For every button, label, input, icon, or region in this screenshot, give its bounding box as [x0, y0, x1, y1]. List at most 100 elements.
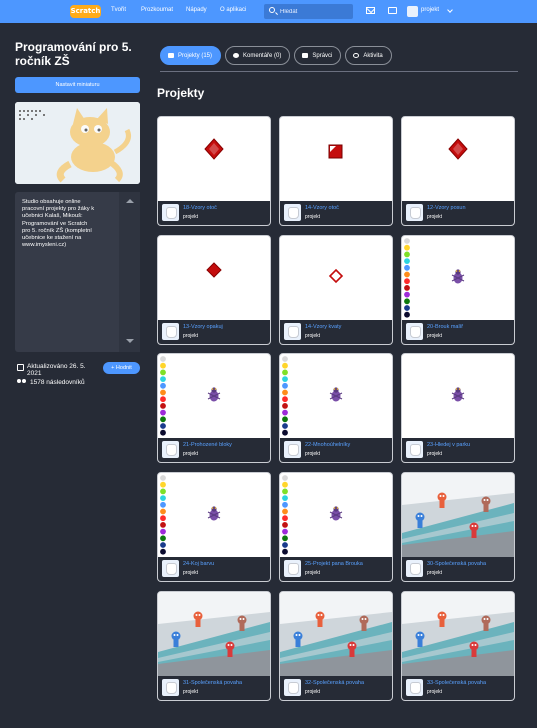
chevron-down-icon[interactable] [447, 7, 453, 13]
tab-projects[interactable]: Projekty (15) [160, 46, 222, 65]
author-avatar[interactable] [162, 323, 179, 340]
author-avatar[interactable] [406, 441, 423, 458]
project-card[interactable]: 14-Vzory otoč projekt [279, 116, 393, 226]
project-info: 33-Společenská povaha projekt [402, 676, 514, 700]
project-thumbnail[interactable] [280, 236, 392, 320]
project-title[interactable]: 32-Společenská povaha [305, 680, 389, 686]
follow-button[interactable]: + Hodnit [103, 362, 140, 374]
author-avatar[interactable] [162, 560, 179, 577]
project-author[interactable]: projekt [305, 214, 320, 220]
nav-link-ideas[interactable]: Nápady [186, 7, 207, 13]
project-title[interactable]: 18-Vzory otoč [183, 205, 267, 211]
scroll-down-icon[interactable] [126, 339, 134, 343]
updated-meta: Aktualizováno 26. 5. 2021 [17, 363, 99, 377]
project-thumbnail[interactable] [280, 354, 392, 438]
project-title[interactable]: 33-Společenská povaha [427, 680, 511, 686]
project-card[interactable]: 13-Vzory opakuj projekt [157, 235, 271, 345]
project-title[interactable]: 30-Společenská povaha [427, 561, 511, 567]
project-title[interactable]: 24-Koj barvu [183, 561, 267, 567]
description-scrollbar[interactable] [119, 192, 140, 352]
project-thumbnail[interactable] [280, 473, 392, 557]
project-title[interactable]: 20-Brouk malíř [427, 324, 511, 330]
project-card[interactable]: 30-Společenská povaha projekt [401, 472, 515, 582]
project-thumbnail[interactable] [158, 473, 270, 557]
project-thumbnail[interactable] [402, 354, 514, 438]
project-author[interactable]: projekt [305, 451, 320, 457]
author-avatar[interactable] [284, 204, 301, 221]
project-card[interactable]: 14-Vzory kvaty projekt [279, 235, 393, 345]
project-author[interactable]: projekt [427, 689, 442, 695]
project-author[interactable]: projekt [183, 214, 198, 220]
scratch-logo[interactable]: Scratch [70, 5, 101, 18]
nav-link-explore[interactable]: Prozkoumat [141, 7, 173, 13]
project-thumbnail[interactable] [158, 592, 270, 676]
author-avatar[interactable] [284, 323, 301, 340]
nav-link-about[interactable]: O aplikaci [220, 7, 246, 13]
project-card[interactable]: 23-Hledej v parku projekt [401, 353, 515, 463]
project-card[interactable]: 12-Vzory posun projekt [401, 116, 515, 226]
project-thumbnail[interactable] [402, 117, 514, 201]
project-author[interactable]: projekt [427, 333, 442, 339]
project-card[interactable]: 24-Koj barvu projekt [157, 472, 271, 582]
tabs-divider [160, 71, 518, 72]
project-title[interactable]: 14-Vzory otoč [305, 205, 389, 211]
project-thumbnail[interactable] [158, 354, 270, 438]
project-card[interactable]: 25-Projekt pana Brouka projekt [279, 472, 393, 582]
tab-curators[interactable]: Správci [294, 46, 342, 65]
project-author[interactable]: projekt [305, 570, 320, 576]
project-info: 21-Prohozené bloky projekt [158, 438, 270, 462]
username[interactable]: projekt [421, 7, 439, 13]
author-avatar[interactable] [162, 204, 179, 221]
project-author[interactable]: projekt [183, 570, 198, 576]
project-card[interactable]: 20-Brouk malíř projekt [401, 235, 515, 345]
project-card[interactable]: 32-Společenská povaha projekt [279, 591, 393, 701]
project-title[interactable]: 12-Vzory posun [427, 205, 511, 211]
project-author[interactable]: projekt [183, 333, 198, 339]
author-avatar[interactable] [284, 560, 301, 577]
project-title[interactable]: 25-Projekt pana Brouka [305, 561, 389, 567]
mail-icon[interactable] [366, 7, 375, 14]
project-author[interactable]: projekt [305, 689, 320, 695]
project-author[interactable]: projekt [427, 214, 442, 220]
author-avatar[interactable] [406, 560, 423, 577]
project-thumbnail[interactable] [402, 236, 514, 320]
project-card[interactable]: 31-Společenská povaha projekt [157, 591, 271, 701]
project-author[interactable]: projekt [183, 689, 198, 695]
author-avatar[interactable] [284, 679, 301, 696]
project-title[interactable]: 13-Vzory opakuj [183, 324, 267, 330]
project-thumbnail[interactable] [280, 592, 392, 676]
project-author[interactable]: projekt [305, 333, 320, 339]
search-input[interactable] [280, 6, 348, 17]
project-card[interactable]: 18-Vzory otoč projekt [157, 116, 271, 226]
author-avatar[interactable] [406, 323, 423, 340]
project-title[interactable]: 31-Společenská povaha [183, 680, 267, 686]
scroll-up-icon[interactable] [126, 199, 134, 203]
project-title[interactable]: 14-Vzory kvaty [305, 324, 389, 330]
project-title[interactable]: 22-Mnohoúhelníky [305, 442, 389, 448]
project-thumbnail[interactable] [402, 592, 514, 676]
project-title[interactable]: 23-Hledej v parku [427, 442, 511, 448]
nav-link-create[interactable]: Tvořit [111, 7, 126, 13]
project-thumbnail[interactable] [280, 117, 392, 201]
set-thumbnail-button[interactable]: Nastavit miniaturu [15, 77, 140, 93]
tab-comments[interactable]: Komentáře (0) [225, 46, 291, 65]
author-avatar[interactable] [406, 679, 423, 696]
project-card[interactable]: 22-Mnohoúhelníky projekt [279, 353, 393, 463]
folder-icon[interactable] [388, 7, 397, 14]
project-card[interactable]: 21-Prohozené bloky projekt [157, 353, 271, 463]
top-navbar: Scratch Tvořit Prozkoumat Nápady O aplik… [0, 0, 537, 23]
author-avatar[interactable] [162, 679, 179, 696]
project-title[interactable]: 21-Prohozené bloky [183, 442, 267, 448]
project-thumbnail[interactable] [158, 117, 270, 201]
user-avatar[interactable] [407, 6, 418, 17]
tab-activity[interactable]: Aktivita [345, 46, 392, 65]
project-card[interactable]: 33-Společenská povaha projekt [401, 591, 515, 701]
project-thumbnail[interactable] [158, 236, 270, 320]
author-avatar[interactable] [406, 204, 423, 221]
project-author[interactable]: projekt [427, 570, 442, 576]
author-avatar[interactable] [162, 441, 179, 458]
project-author[interactable]: projekt [183, 451, 198, 457]
project-thumbnail[interactable] [402, 473, 514, 557]
author-avatar[interactable] [284, 441, 301, 458]
project-author[interactable]: projekt [427, 451, 442, 457]
